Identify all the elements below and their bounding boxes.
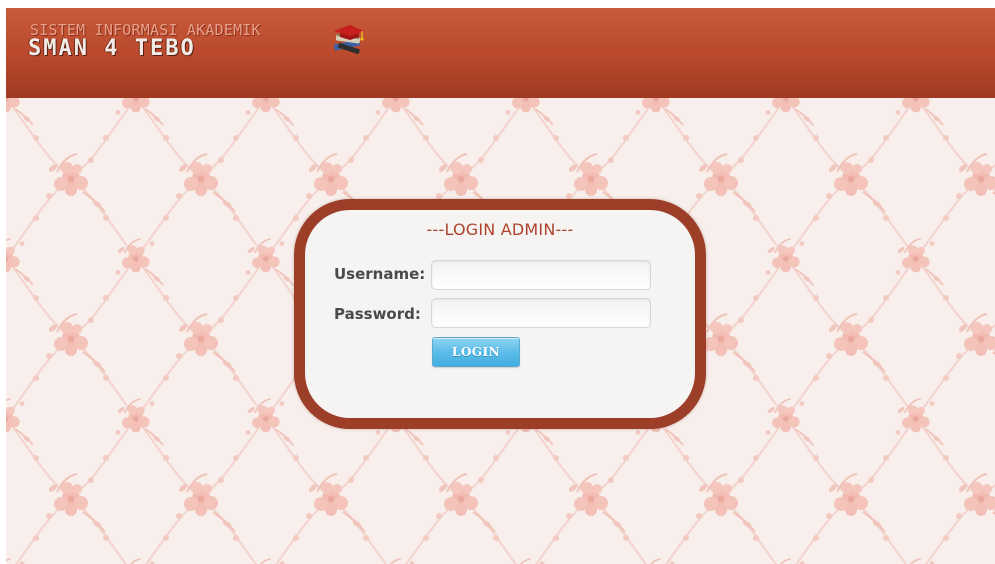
username-label: Username: — [334, 265, 426, 283]
header-banner: SISTEM INFORMASI AKADEMIK SMAN 4 TEBO — [6, 8, 995, 98]
login-panel: ---LOGIN ADMIN--- Username: Password: LO… — [294, 199, 706, 429]
login-title: ---LOGIN ADMIN--- — [426, 220, 574, 239]
site-title: SMAN 4 TEBO — [28, 36, 196, 61]
password-label: Password: — [334, 305, 421, 323]
books-graduation-cap-icon — [333, 25, 364, 54]
username-input[interactable] — [431, 260, 651, 290]
page-frame: SISTEM INFORMASI AKADEMIK SMAN 4 TEBO --… — [6, 8, 995, 564]
password-input[interactable] — [431, 298, 651, 328]
login-button[interactable]: LOGIN — [432, 337, 520, 367]
